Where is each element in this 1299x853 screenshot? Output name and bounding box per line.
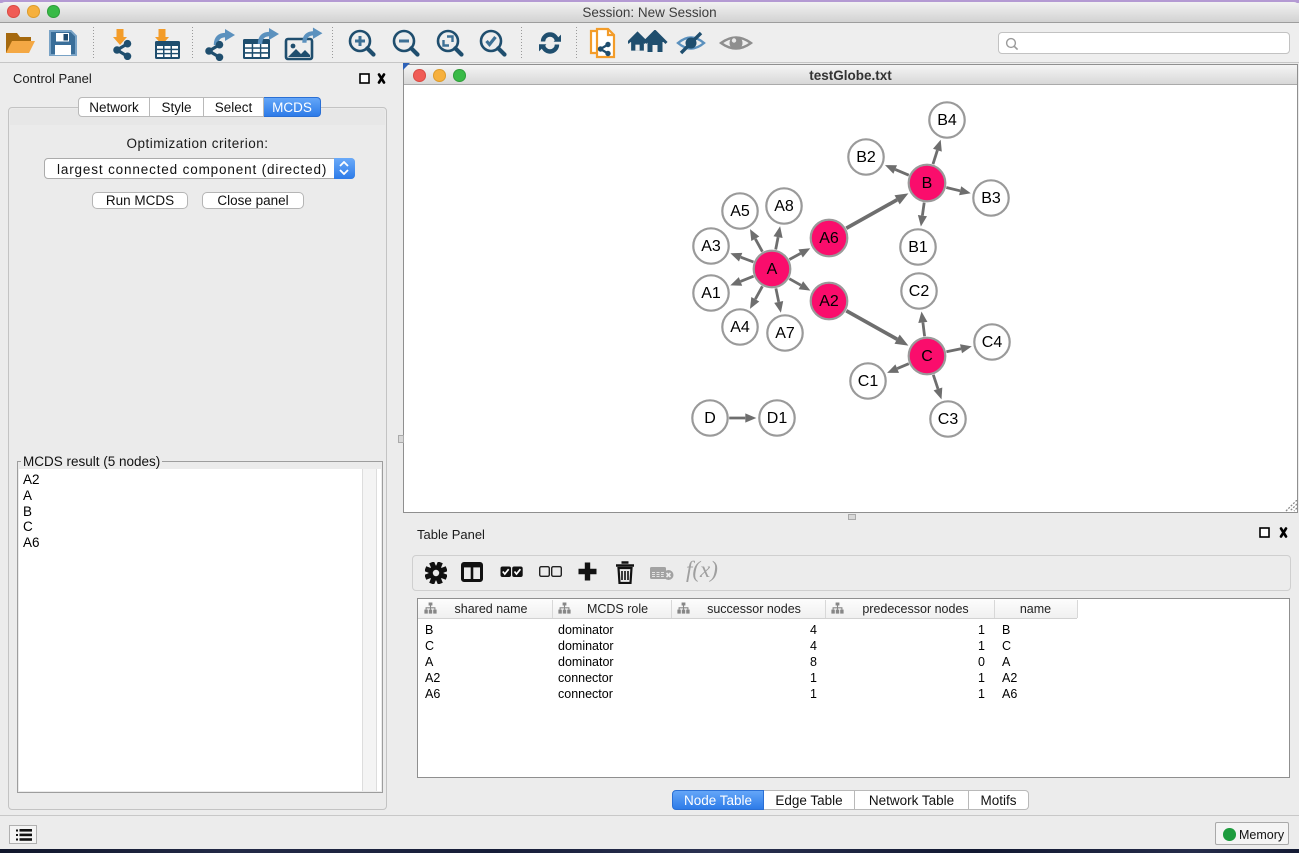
svg-text:A1: A1 — [701, 285, 721, 302]
svg-text:A6: A6 — [819, 230, 839, 247]
svg-text:B2: B2 — [856, 149, 876, 166]
svg-text:B: B — [922, 175, 933, 192]
svg-text:B1: B1 — [908, 239, 928, 256]
svg-text:A: A — [767, 261, 778, 278]
svg-text:B3: B3 — [981, 190, 1001, 207]
svg-text:A4: A4 — [730, 319, 750, 336]
svg-text:A2: A2 — [819, 293, 839, 310]
svg-text:A7: A7 — [775, 325, 795, 342]
svg-text:D: D — [704, 410, 716, 427]
svg-text:C1: C1 — [858, 373, 879, 390]
svg-text:C: C — [921, 348, 933, 365]
svg-text:A3: A3 — [701, 238, 721, 255]
svg-text:D1: D1 — [767, 410, 788, 427]
svg-text:A8: A8 — [774, 198, 794, 215]
svg-text:C3: C3 — [938, 411, 959, 428]
svg-text:C2: C2 — [909, 283, 930, 300]
svg-text:C4: C4 — [982, 334, 1003, 351]
svg-text:A5: A5 — [730, 203, 750, 220]
svg-text:B4: B4 — [937, 112, 957, 129]
